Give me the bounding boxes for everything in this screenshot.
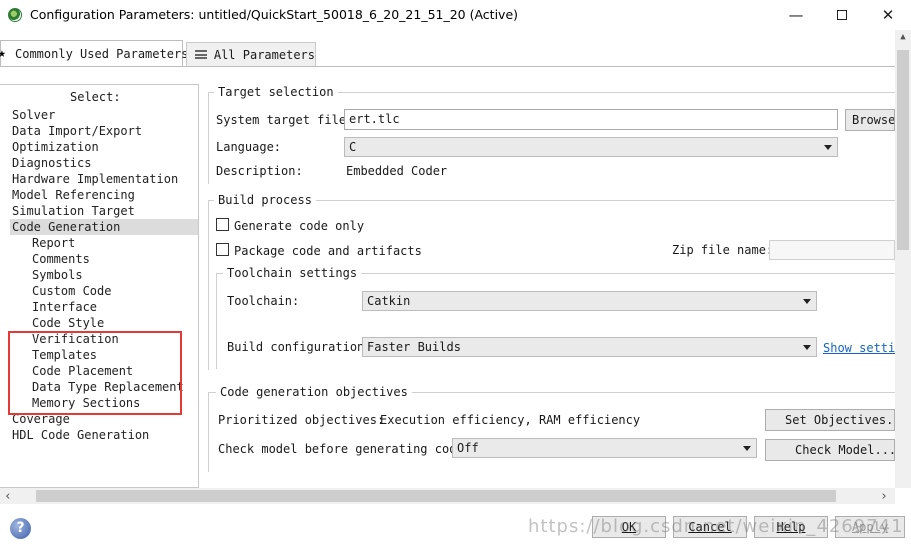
- zip-file-name-input[interactable]: [769, 240, 895, 260]
- star-icon: ★: [0, 46, 6, 61]
- generate-code-only-label: Generate code only: [234, 219, 365, 233]
- set-objectives-button[interactable]: Set Objectives...: [765, 409, 895, 431]
- tree-item-solver[interactable]: Solver: [12, 107, 55, 123]
- window-title: Configuration Parameters: untitled/Quick…: [30, 7, 519, 22]
- chevron-down-icon: [803, 299, 811, 304]
- tree-item-hdl-code-generation[interactable]: HDL Code Generation: [12, 427, 149, 443]
- simulink-app-icon: [8, 8, 22, 22]
- check-model-value: Off: [457, 441, 479, 455]
- target-selection-title: Target selection: [214, 85, 338, 99]
- tree-item-comments[interactable]: Comments: [32, 251, 90, 267]
- tab-label: Commonly Used Parameters: [15, 47, 189, 61]
- maximize-button[interactable]: [819, 0, 865, 30]
- tab-label: All Parameters: [213, 47, 315, 62]
- minimize-button[interactable]: —: [773, 0, 819, 30]
- tree-item-data-import-export[interactable]: Data Import/Export: [12, 123, 142, 139]
- objectives-title: Code generation objectives: [216, 385, 412, 399]
- check-model-select[interactable]: Off: [452, 438, 757, 458]
- tab-all-parameters[interactable]: All Parameters: [186, 42, 316, 66]
- horizontal-scrollbar[interactable]: ‹ ›: [0, 488, 895, 504]
- tab-commonly-used-parameters[interactable]: ★ Commonly Used Parameters: [0, 40, 188, 67]
- category-tree: Select: Solver Data Import/Export Optimi…: [0, 84, 199, 488]
- language-label: Language:: [216, 140, 282, 154]
- close-button[interactable]: ✕: [865, 0, 911, 30]
- browse-button[interactable]: Browse...: [845, 109, 895, 131]
- list-icon: [195, 50, 207, 59]
- scroll-right-icon[interactable]: ›: [880, 489, 888, 504]
- build-process-title: Build process: [214, 193, 316, 207]
- tree-item-custom-code[interactable]: Custom Code: [32, 283, 111, 299]
- package-code-checkbox[interactable]: [216, 243, 229, 256]
- watermark-text: https://blog.csdn.net/weixin_4269741: [528, 516, 904, 537]
- vertical-scroll-thumb[interactable]: [897, 50, 909, 250]
- build-configuration-label: Build configuration:: [227, 340, 372, 354]
- help-icon[interactable]: ?: [10, 518, 31, 539]
- scroll-up-icon[interactable]: ▲: [895, 32, 911, 42]
- tree-item-symbols[interactable]: Symbols: [32, 267, 83, 283]
- show-settings-link[interactable]: Show settin: [823, 341, 895, 355]
- check-model-label: Check model before generating code:: [218, 442, 471, 456]
- tree-item-code-generation[interactable]: Code Generation: [10, 219, 198, 235]
- package-code-label: Package code and artifacts: [234, 244, 422, 258]
- tab-divider: [0, 66, 895, 67]
- build-configuration-select[interactable]: Faster Builds: [362, 337, 817, 357]
- tree-item-simulation-target[interactable]: Simulation Target: [12, 203, 135, 219]
- tree-item-code-style[interactable]: Code Style: [32, 315, 104, 331]
- language-value: C: [349, 140, 357, 154]
- tree-title: Select:: [70, 90, 121, 104]
- tree-item-hardware-implementation[interactable]: Hardware Implementation: [12, 171, 178, 187]
- build-configuration-value: Faster Builds: [367, 340, 461, 354]
- scroll-left-icon[interactable]: ‹: [4, 489, 12, 504]
- minimize-icon: —: [788, 6, 804, 24]
- system-target-input[interactable]: ert.tlc: [344, 109, 838, 130]
- toolchain-select[interactable]: Catkin: [362, 291, 817, 311]
- title-bar: Configuration Parameters: untitled/Quick…: [0, 0, 911, 30]
- chevron-down-icon: [803, 345, 811, 350]
- tree-item-report[interactable]: Report: [32, 235, 75, 251]
- highlight-annotation-box: [8, 331, 182, 415]
- tree-item-model-referencing[interactable]: Model Referencing: [12, 187, 135, 203]
- chevron-down-icon: [743, 446, 751, 451]
- prioritized-objectives-value: Execution efficiency, RAM efficiency: [380, 413, 641, 427]
- zip-file-name-label: Zip file name:: [672, 243, 774, 257]
- horizontal-scroll-thumb[interactable]: [36, 490, 836, 502]
- chevron-down-icon: [824, 145, 832, 150]
- tab-strip: ★ Commonly Used Parameters All Parameter…: [0, 40, 895, 67]
- system-target-label: System target file:: [216, 113, 354, 127]
- check-model-button[interactable]: Check Model...: [765, 439, 895, 461]
- description-label: Description:: [216, 164, 303, 178]
- language-select[interactable]: C: [344, 137, 838, 157]
- close-icon: ✕: [881, 6, 895, 24]
- generate-code-only-checkbox[interactable]: [216, 218, 229, 231]
- vertical-scrollbar[interactable]: ▲: [895, 30, 911, 488]
- toolchain-settings-title: Toolchain settings: [223, 266, 362, 280]
- toolchain-label: Toolchain:: [227, 294, 300, 308]
- toolchain-value: Catkin: [367, 294, 411, 308]
- tree-item-optimization[interactable]: Optimization: [12, 139, 99, 155]
- prioritized-objectives-label: Prioritized objectives:: [218, 413, 385, 427]
- description-value: Embedded Coder: [346, 164, 448, 178]
- tree-item-interface[interactable]: Interface: [32, 299, 97, 315]
- tree-item-diagnostics[interactable]: Diagnostics: [12, 155, 91, 171]
- maximize-icon: [837, 10, 847, 20]
